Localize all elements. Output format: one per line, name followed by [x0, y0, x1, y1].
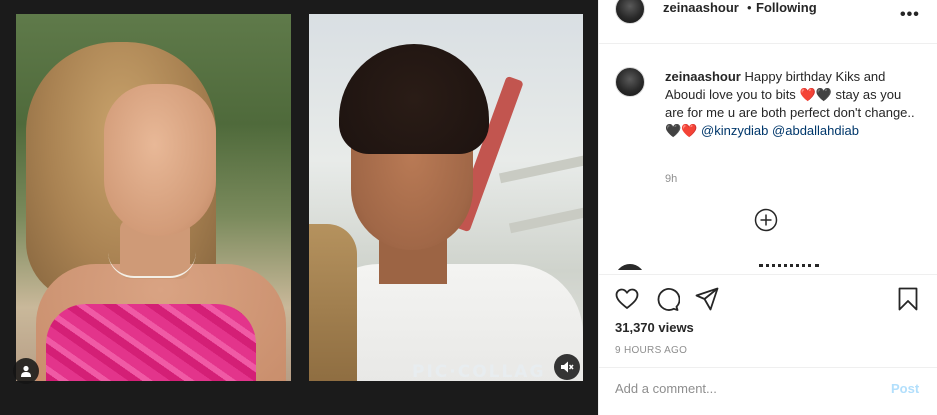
view-count[interactable]: 31,370 views	[615, 320, 694, 335]
header-separator: •	[747, 0, 752, 15]
heart-emoji: 🖤❤️	[665, 123, 698, 138]
photo-right	[309, 14, 583, 381]
following-button[interactable]: Following	[756, 0, 817, 15]
heart-emoji: ❤️🖤	[799, 87, 832, 102]
tagged-users-button[interactable]	[13, 358, 39, 384]
post-actions: 31,370 views 9 HOURS AGO Post	[599, 274, 937, 415]
photo-necklace	[108, 252, 196, 278]
mention-link[interactable]: @kinzydiab	[701, 123, 768, 138]
photo-left	[16, 14, 291, 381]
speaker-muted-icon	[561, 361, 574, 373]
caption-username[interactable]: zeinaashour	[665, 69, 741, 84]
photo-background-plank	[508, 204, 583, 234]
more-options-icon[interactable]: •••	[900, 6, 920, 24]
mute-button[interactable]	[554, 354, 580, 380]
caption-time: 9h	[665, 173, 678, 185]
photo-background-plank	[498, 154, 583, 184]
next-comment-avatar	[615, 264, 645, 270]
next-comment-text	[759, 264, 819, 268]
post-timestamp: 9 HOURS AGO	[615, 345, 688, 356]
post-sidebar: zeinaashour • Following ••• zeinaashour …	[598, 0, 937, 415]
heart-icon[interactable]	[614, 286, 640, 312]
share-icon[interactable]	[694, 286, 720, 312]
comment-icon[interactable]	[654, 286, 680, 312]
load-more-comments-icon[interactable]	[754, 208, 778, 232]
collage-divider	[291, 14, 309, 381]
caption: zeinaashour Happy birthday Kiks and Abou…	[665, 68, 915, 140]
comment-input[interactable]	[615, 381, 855, 396]
photo-hair-edge	[309, 224, 357, 381]
post-header: zeinaashour • Following •••	[599, 0, 937, 44]
user-icon	[21, 365, 31, 377]
avatar[interactable]	[615, 0, 645, 24]
collage-watermark: PIC·COLLAG	[412, 362, 546, 382]
photo-swimwear	[46, 304, 256, 381]
caption-avatar[interactable]	[615, 67, 645, 97]
header-username[interactable]: zeinaashour	[663, 0, 739, 15]
photo-hair	[339, 44, 489, 154]
mention-link[interactable]: @abdallahdiab	[772, 123, 859, 138]
post-button[interactable]: Post	[891, 381, 919, 396]
post-media[interactable]: PIC·COLLAG	[0, 0, 598, 415]
comment-bar: Post	[599, 367, 937, 415]
photo-face	[104, 84, 216, 236]
bookmark-icon[interactable]	[895, 286, 921, 312]
